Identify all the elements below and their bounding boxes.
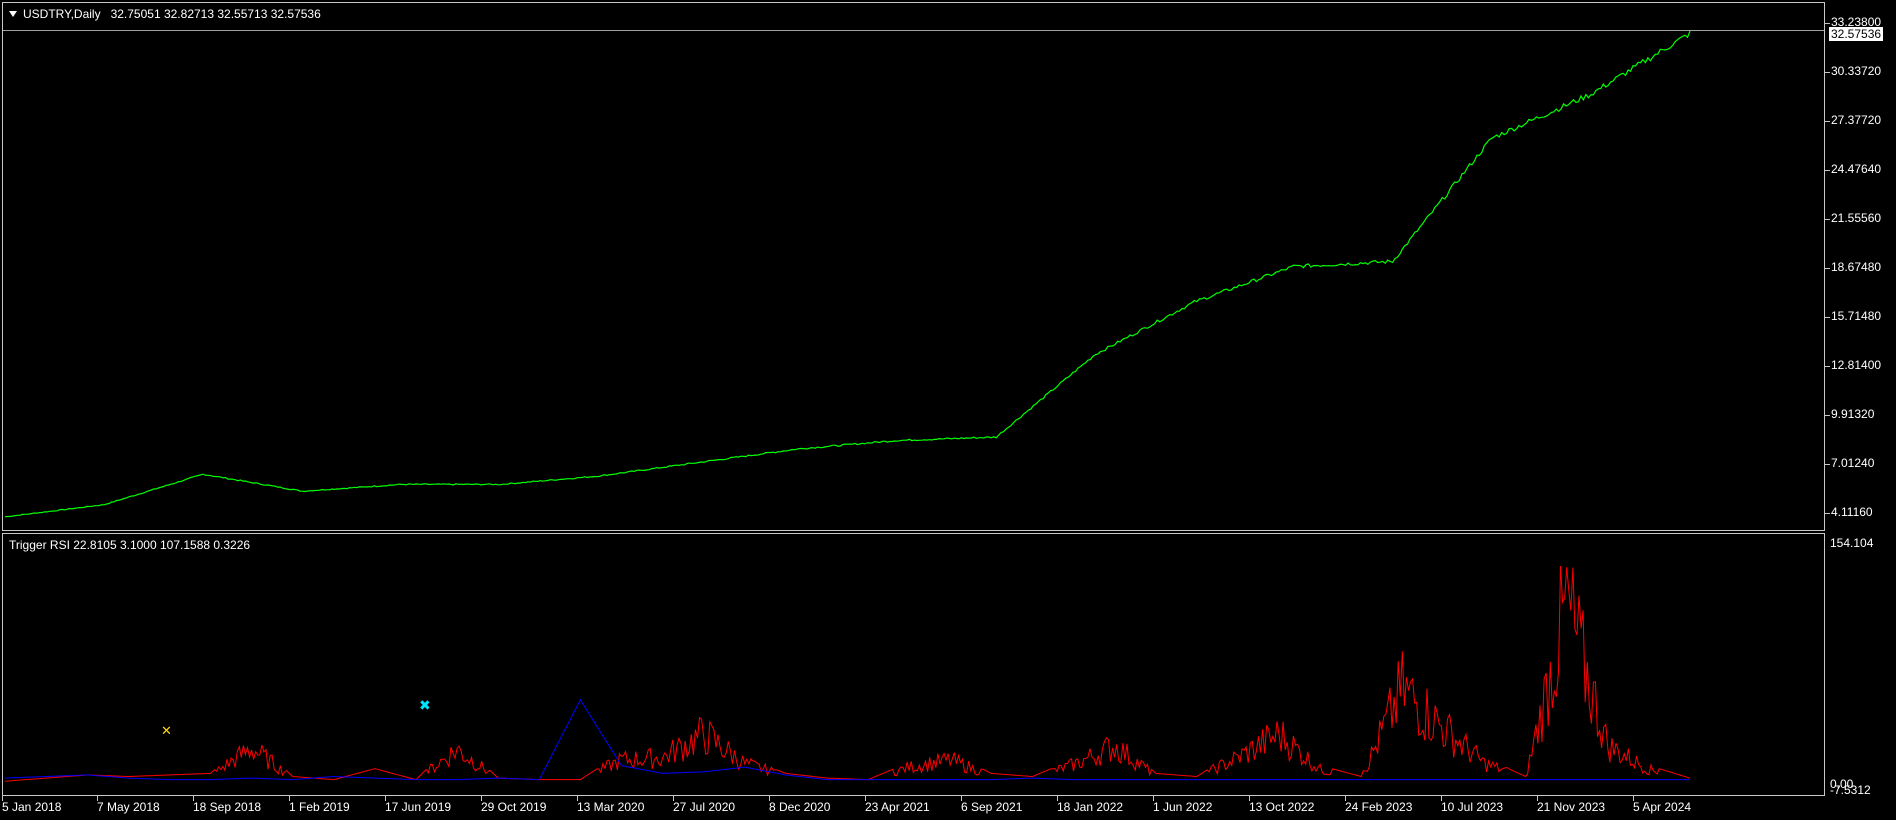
indicator-axis-top: 154.104 (1830, 536, 1874, 550)
indicator-pane[interactable]: ✕ ✖ Trigger RSI 22.8105 3.1000 107.1588 0… (2, 533, 1825, 796)
time-axis-tick (577, 796, 578, 801)
price-axis-tick (1825, 72, 1830, 73)
rsi-line-chart: ✕✖ (4, 565, 1691, 782)
indicator-title: Trigger RSI 22.8105 3.1000 107.1588 0.32… (9, 538, 251, 552)
signal-marker-cyan-icon: ✖ (419, 698, 431, 714)
price-axis-label: 18.67480 (1831, 260, 1882, 274)
price-axis-tick (1825, 23, 1830, 24)
price-chart-pane[interactable]: USDTRY,Daily 32.75051 32.82713 32.55713 … (2, 2, 1825, 531)
time-axis-label: 1 Jun 2022 (1153, 800, 1213, 814)
time-axis-label: 23 Apr 2021 (865, 800, 930, 814)
price-axis-tick (1825, 464, 1830, 465)
chart-header: USDTRY,Daily 32.75051 32.82713 32.55713 … (9, 7, 321, 21)
time-axis-tick (673, 796, 674, 801)
time-axis-label: 29 Oct 2019 (481, 800, 547, 814)
time-axis-label: 5 Jan 2018 (2, 800, 62, 814)
price-axis-label: 7.01240 (1831, 456, 1875, 470)
time-axis-tick (1249, 796, 1250, 801)
price-axis-label: 12.81400 (1831, 358, 1882, 372)
time-axis-tick (1153, 796, 1154, 801)
time-axis-label: 10 Jul 2023 (1441, 800, 1504, 814)
price-axis-tick (1825, 121, 1830, 122)
price-axis-label: 15.71480 (1831, 309, 1882, 323)
current-price-tag: 32.57536 (1829, 27, 1884, 41)
price-axis-tick (1825, 513, 1830, 514)
time-axis-tick (1345, 796, 1346, 801)
time-axis-tick (1057, 796, 1058, 801)
time-axis-label: 21 Nov 2023 (1537, 800, 1606, 814)
time-axis-tick (865, 796, 866, 801)
time-axis-label: 5 Apr 2024 (1633, 800, 1692, 814)
signal-marker-yellow-icon: ✕ (161, 724, 172, 739)
price-axis-tick (1825, 170, 1830, 171)
time-axis-tick (1441, 796, 1442, 801)
rsi-red-series-line (4, 565, 1691, 782)
time-axis-tick (385, 796, 386, 801)
time-axis-tick (2, 796, 3, 801)
price-axis-tick (1825, 219, 1830, 220)
time-axis-label: 13 Oct 2022 (1249, 800, 1315, 814)
indicator-axis-bottom: -7.5312 (1830, 783, 1871, 797)
price-line-chart (3, 29, 1824, 518)
time-axis-tick (289, 796, 290, 801)
price-axis-label: 21.55560 (1831, 211, 1882, 225)
time-axis-tick (1537, 796, 1538, 801)
time-axis-label: 13 Mar 2020 (577, 800, 645, 814)
price-axis-tick (1825, 317, 1830, 318)
price-axis-tick (1825, 366, 1830, 367)
time-axis-label: 7 May 2018 (97, 800, 160, 814)
ohlc-values: 32.75051 32.82713 32.55713 32.57536 (110, 7, 321, 21)
price-series-line (4, 30, 1691, 518)
symbol-label: USDTRY,Daily (23, 7, 101, 21)
time-axis-label: 18 Sep 2018 (193, 800, 262, 814)
price-axis-label: 27.37720 (1831, 113, 1882, 127)
price-axis-label: 4.11160 (1831, 505, 1873, 519)
price-axis-tick (1825, 268, 1830, 269)
time-axis-tick (97, 796, 98, 801)
price-axis-tick (1825, 415, 1830, 416)
time-axis-tick (193, 796, 194, 801)
time-axis-label: 17 Jun 2019 (385, 800, 452, 814)
price-axis-label: 30.33720 (1831, 64, 1882, 78)
time-axis-label: 6 Sep 2021 (961, 800, 1023, 814)
time-axis-label: 27 Jul 2020 (673, 800, 736, 814)
time-axis-tick (481, 796, 482, 801)
price-axis-label: 24.47640 (1831, 162, 1882, 176)
time-axis-tick (961, 796, 962, 801)
time-axis-label: 18 Jan 2022 (1057, 800, 1124, 814)
price-axis-label: 9.91320 (1831, 407, 1875, 421)
time-axis-tick (769, 796, 770, 801)
time-axis-label: 1 Feb 2019 (289, 800, 350, 814)
time-axis-tick (1633, 796, 1634, 801)
time-axis-label: 24 Feb 2023 (1345, 800, 1413, 814)
collapse-triangle-icon[interactable] (9, 11, 17, 17)
time-axis-label: 8 Dec 2020 (769, 800, 831, 814)
